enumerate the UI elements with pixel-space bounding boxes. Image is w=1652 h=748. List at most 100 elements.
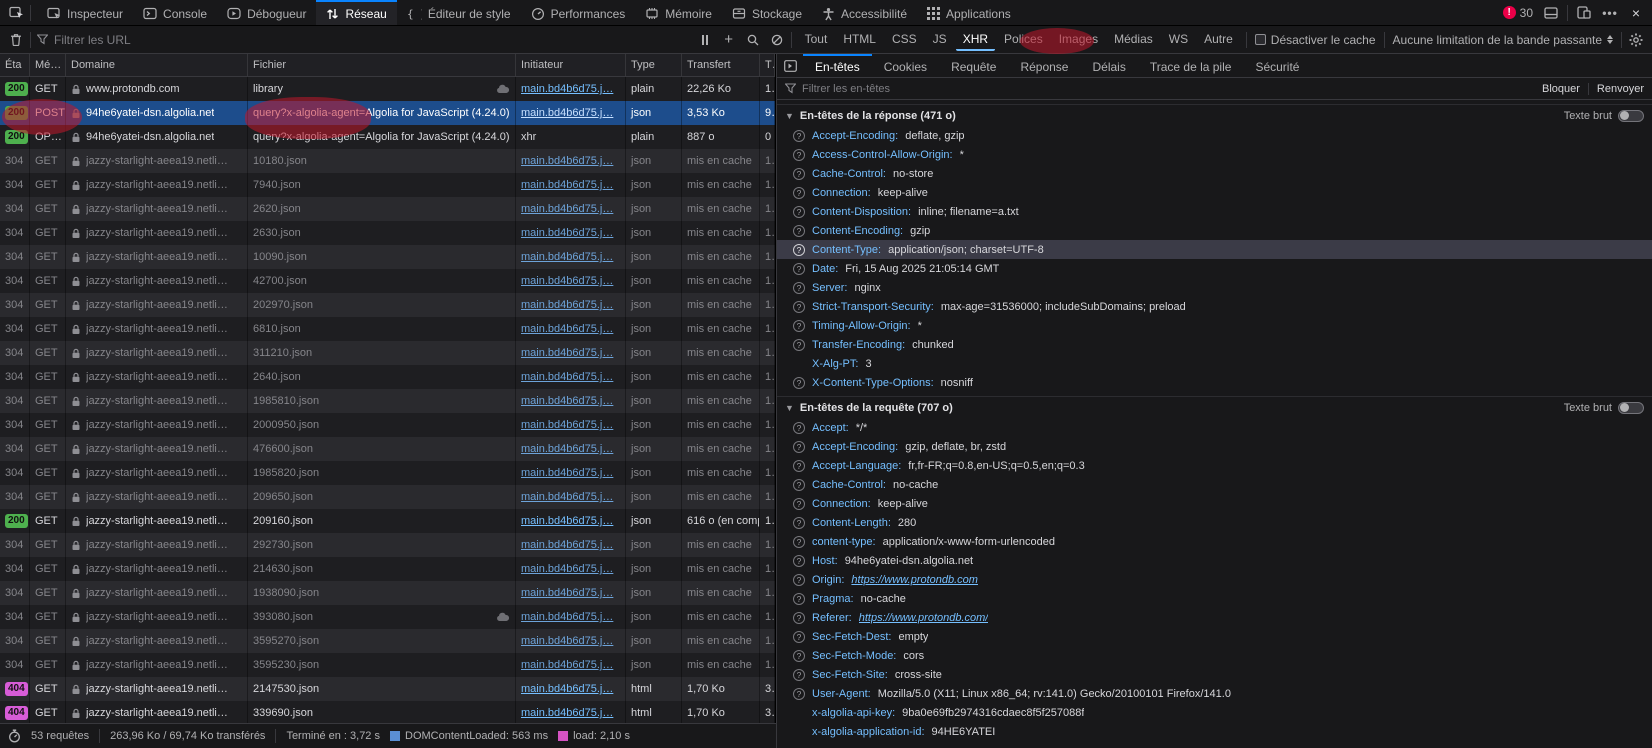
request-row[interactable]: 304GETjazzy-starlight-aeea19.netli…2640.…	[0, 365, 775, 389]
header-value[interactable]: https://www.protondb.com	[851, 574, 978, 586]
learn-more-icon[interactable]: ?	[793, 517, 805, 529]
learn-more-icon[interactable]: ?	[793, 377, 805, 389]
initiator-link[interactable]: main.bd4b6d75.j…	[521, 635, 613, 647]
initiator-link[interactable]: main.bd4b6d75.j…	[521, 275, 613, 287]
header-row[interactable]: ?Sec-Fetch-Dest:empty	[777, 627, 1652, 646]
learn-more-icon[interactable]: ?	[793, 669, 805, 681]
column-header[interactable]: Initiateur	[516, 54, 626, 76]
learn-more-icon[interactable]: ?	[793, 244, 805, 256]
throttling-select[interactable]: Aucune limitation de la bande passante	[1393, 33, 1613, 47]
learn-more-icon[interactable]: ?	[793, 187, 805, 199]
header-row[interactable]: ?Date:Fri, 15 Aug 2025 21:05:14 GMT	[777, 259, 1652, 278]
initiator-link[interactable]: main.bd4b6d75.j…	[521, 299, 613, 311]
stopwatch-icon[interactable]	[8, 729, 21, 743]
tab-inspecteur[interactable]: Inspecteur	[37, 0, 133, 25]
initiator-link[interactable]: main.bd4b6d75.j…	[521, 683, 613, 695]
resend-button[interactable]: Renvoyer	[1597, 83, 1644, 95]
details-tab-s-curit-[interactable]: Sécurité	[1243, 54, 1311, 77]
header-row[interactable]: ?X-Content-Type-Options:nosniff	[777, 373, 1652, 392]
raw-toggle-switch[interactable]	[1618, 402, 1644, 414]
initiator-link[interactable]: main.bd4b6d75.j…	[521, 227, 613, 239]
learn-more-icon[interactable]: ?	[793, 282, 805, 294]
header-row[interactable]: ?Content-Encoding:gzip	[777, 221, 1652, 240]
initiator-link[interactable]: main.bd4b6d75.j…	[521, 587, 613, 599]
tab-stockage[interactable]: Stockage	[722, 0, 812, 25]
initiator-link[interactable]: main.bd4b6d75.j…	[521, 515, 613, 527]
filter-chip-xhr[interactable]: XHR	[956, 29, 995, 51]
request-row[interactable]: 304GETjazzy-starlight-aeea19.netli…35952…	[0, 653, 775, 677]
learn-more-icon[interactable]: ?	[793, 168, 805, 180]
column-header[interactable]: Domaine	[66, 54, 248, 76]
initiator-link[interactable]: main.bd4b6d75.j…	[521, 467, 613, 479]
column-header[interactable]: Fichier	[248, 54, 516, 76]
request-row[interactable]: 200GETjazzy-starlight-aeea19.netli…20916…	[0, 509, 775, 533]
initiator-link[interactable]: main.bd4b6d75.j…	[521, 443, 613, 455]
learn-more-icon[interactable]: ?	[793, 320, 805, 332]
section-header[interactable]: ▼En-têtes de la requête (707 o)Texte bru…	[777, 396, 1652, 418]
header-row[interactable]: ?Host:94he6yatei-dsn.algolia.net	[777, 551, 1652, 570]
learn-more-icon[interactable]: ?	[793, 149, 805, 161]
close-icon[interactable]: ×	[1624, 0, 1648, 25]
header-row[interactable]: ?Accept-Encoding:gzip, deflate, br, zstd	[777, 437, 1652, 456]
block-request-icon[interactable]	[765, 26, 789, 53]
tab-accessibilit-[interactable]: Accessibilité	[812, 0, 917, 25]
request-row[interactable]: 304GETjazzy-starlight-aeea19.netli…42700…	[0, 269, 775, 293]
initiator-link[interactable]: main.bd4b6d75.j…	[521, 563, 613, 575]
header-row[interactable]: ?Transfer-Encoding:chunked	[777, 335, 1652, 354]
header-row[interactable]: ?Timing-Allow-Origin:*	[777, 316, 1652, 335]
tab-r-seau[interactable]: Réseau	[316, 0, 396, 25]
error-count-badge[interactable]: ! 30	[1499, 6, 1537, 20]
header-row[interactable]: ?Cache-Control:no-cache	[777, 475, 1652, 494]
learn-more-icon[interactable]: ?	[793, 650, 805, 662]
section-header[interactable]: ▼En-têtes de la réponse (471 o)Texte bru…	[777, 104, 1652, 126]
headers-filter-input[interactable]	[802, 83, 1536, 95]
tab-applications[interactable]: Applications	[917, 0, 1021, 25]
request-row[interactable]: 304GETjazzy-starlight-aeea19.netli…7940.…	[0, 173, 775, 197]
details-tab-r-ponse[interactable]: Réponse	[1008, 54, 1080, 77]
header-row[interactable]: ?Connection:keep-alive	[777, 183, 1652, 202]
responsive-design-icon[interactable]	[1572, 0, 1596, 25]
clear-requests-icon[interactable]	[4, 26, 28, 53]
initiator-link[interactable]: main.bd4b6d75.j…	[521, 83, 613, 95]
tab-d-bogueur[interactable]: Débogueur	[217, 0, 316, 25]
learn-more-icon[interactable]: ?	[793, 130, 805, 142]
initiator-link[interactable]: main.bd4b6d75.j…	[521, 491, 613, 503]
initiator-link[interactable]: main.bd4b6d75.j…	[521, 347, 613, 359]
column-header[interactable]: Type	[626, 54, 682, 76]
initiator-link[interactable]: main.bd4b6d75.j…	[521, 323, 613, 335]
details-tab-cookies[interactable]: Cookies	[872, 54, 939, 77]
header-row[interactable]: ?Content-Type:application/json; charset=…	[777, 240, 1652, 259]
initiator-link[interactable]: main.bd4b6d75.j…	[521, 107, 613, 119]
request-row[interactable]: 304GETjazzy-starlight-aeea19.netli…19380…	[0, 581, 775, 605]
learn-more-icon[interactable]: ?	[793, 301, 805, 313]
initiator-link[interactable]: main.bd4b6d75.j…	[521, 659, 613, 671]
details-tab-en-t-tes[interactable]: En-têtes	[803, 54, 872, 77]
header-row[interactable]: ?Sec-Fetch-Site:cross-site	[777, 665, 1652, 684]
collapse-caret-icon[interactable]: ▼	[785, 403, 794, 413]
request-row[interactable]: 304GETjazzy-starlight-aeea19.netli…19858…	[0, 461, 775, 485]
request-row[interactable]: 304GETjazzy-starlight-aeea19.netli…20297…	[0, 293, 775, 317]
request-row[interactable]: 304GETjazzy-starlight-aeea19.netli…10180…	[0, 149, 775, 173]
filter-chip-polices[interactable]: Polices	[997, 29, 1050, 51]
header-row[interactable]: ?Accept-Encoding:deflate, gzip	[777, 126, 1652, 145]
learn-more-icon[interactable]: ?	[793, 631, 805, 643]
learn-more-icon[interactable]: ?	[793, 612, 805, 624]
column-header[interactable]: T…	[760, 54, 775, 76]
request-row[interactable]: 304GETjazzy-starlight-aeea19.netli…47660…	[0, 437, 775, 461]
tab--diteur-de-style[interactable]: { }Éditeur de style	[397, 0, 521, 25]
initiator-link[interactable]: main.bd4b6d75.j…	[521, 203, 613, 215]
initiator-link[interactable]: main.bd4b6d75.j…	[521, 707, 613, 719]
header-row[interactable]: ?Accept-Language:fr,fr-FR;q=0.8,en-US;q=…	[777, 456, 1652, 475]
request-row[interactable]: 304GETjazzy-starlight-aeea19.netli…19858…	[0, 389, 775, 413]
learn-more-icon[interactable]: ?	[793, 263, 805, 275]
learn-more-icon[interactable]: ?	[793, 574, 805, 586]
request-row[interactable]: 304GETjazzy-starlight-aeea19.netli…20965…	[0, 485, 775, 509]
column-header[interactable]: Mé…	[30, 54, 66, 76]
learn-more-icon[interactable]: ?	[793, 460, 805, 472]
network-settings-gear-icon[interactable]	[1624, 26, 1648, 53]
request-row[interactable]: 304GETjazzy-starlight-aeea19.netli…20009…	[0, 413, 775, 437]
request-row[interactable]: 304GETjazzy-starlight-aeea19.netli…2620.…	[0, 197, 775, 221]
learn-more-icon[interactable]: ?	[793, 479, 805, 491]
filter-chip-html[interactable]: HTML	[836, 29, 883, 51]
pause-traffic-icon[interactable]	[693, 26, 717, 53]
